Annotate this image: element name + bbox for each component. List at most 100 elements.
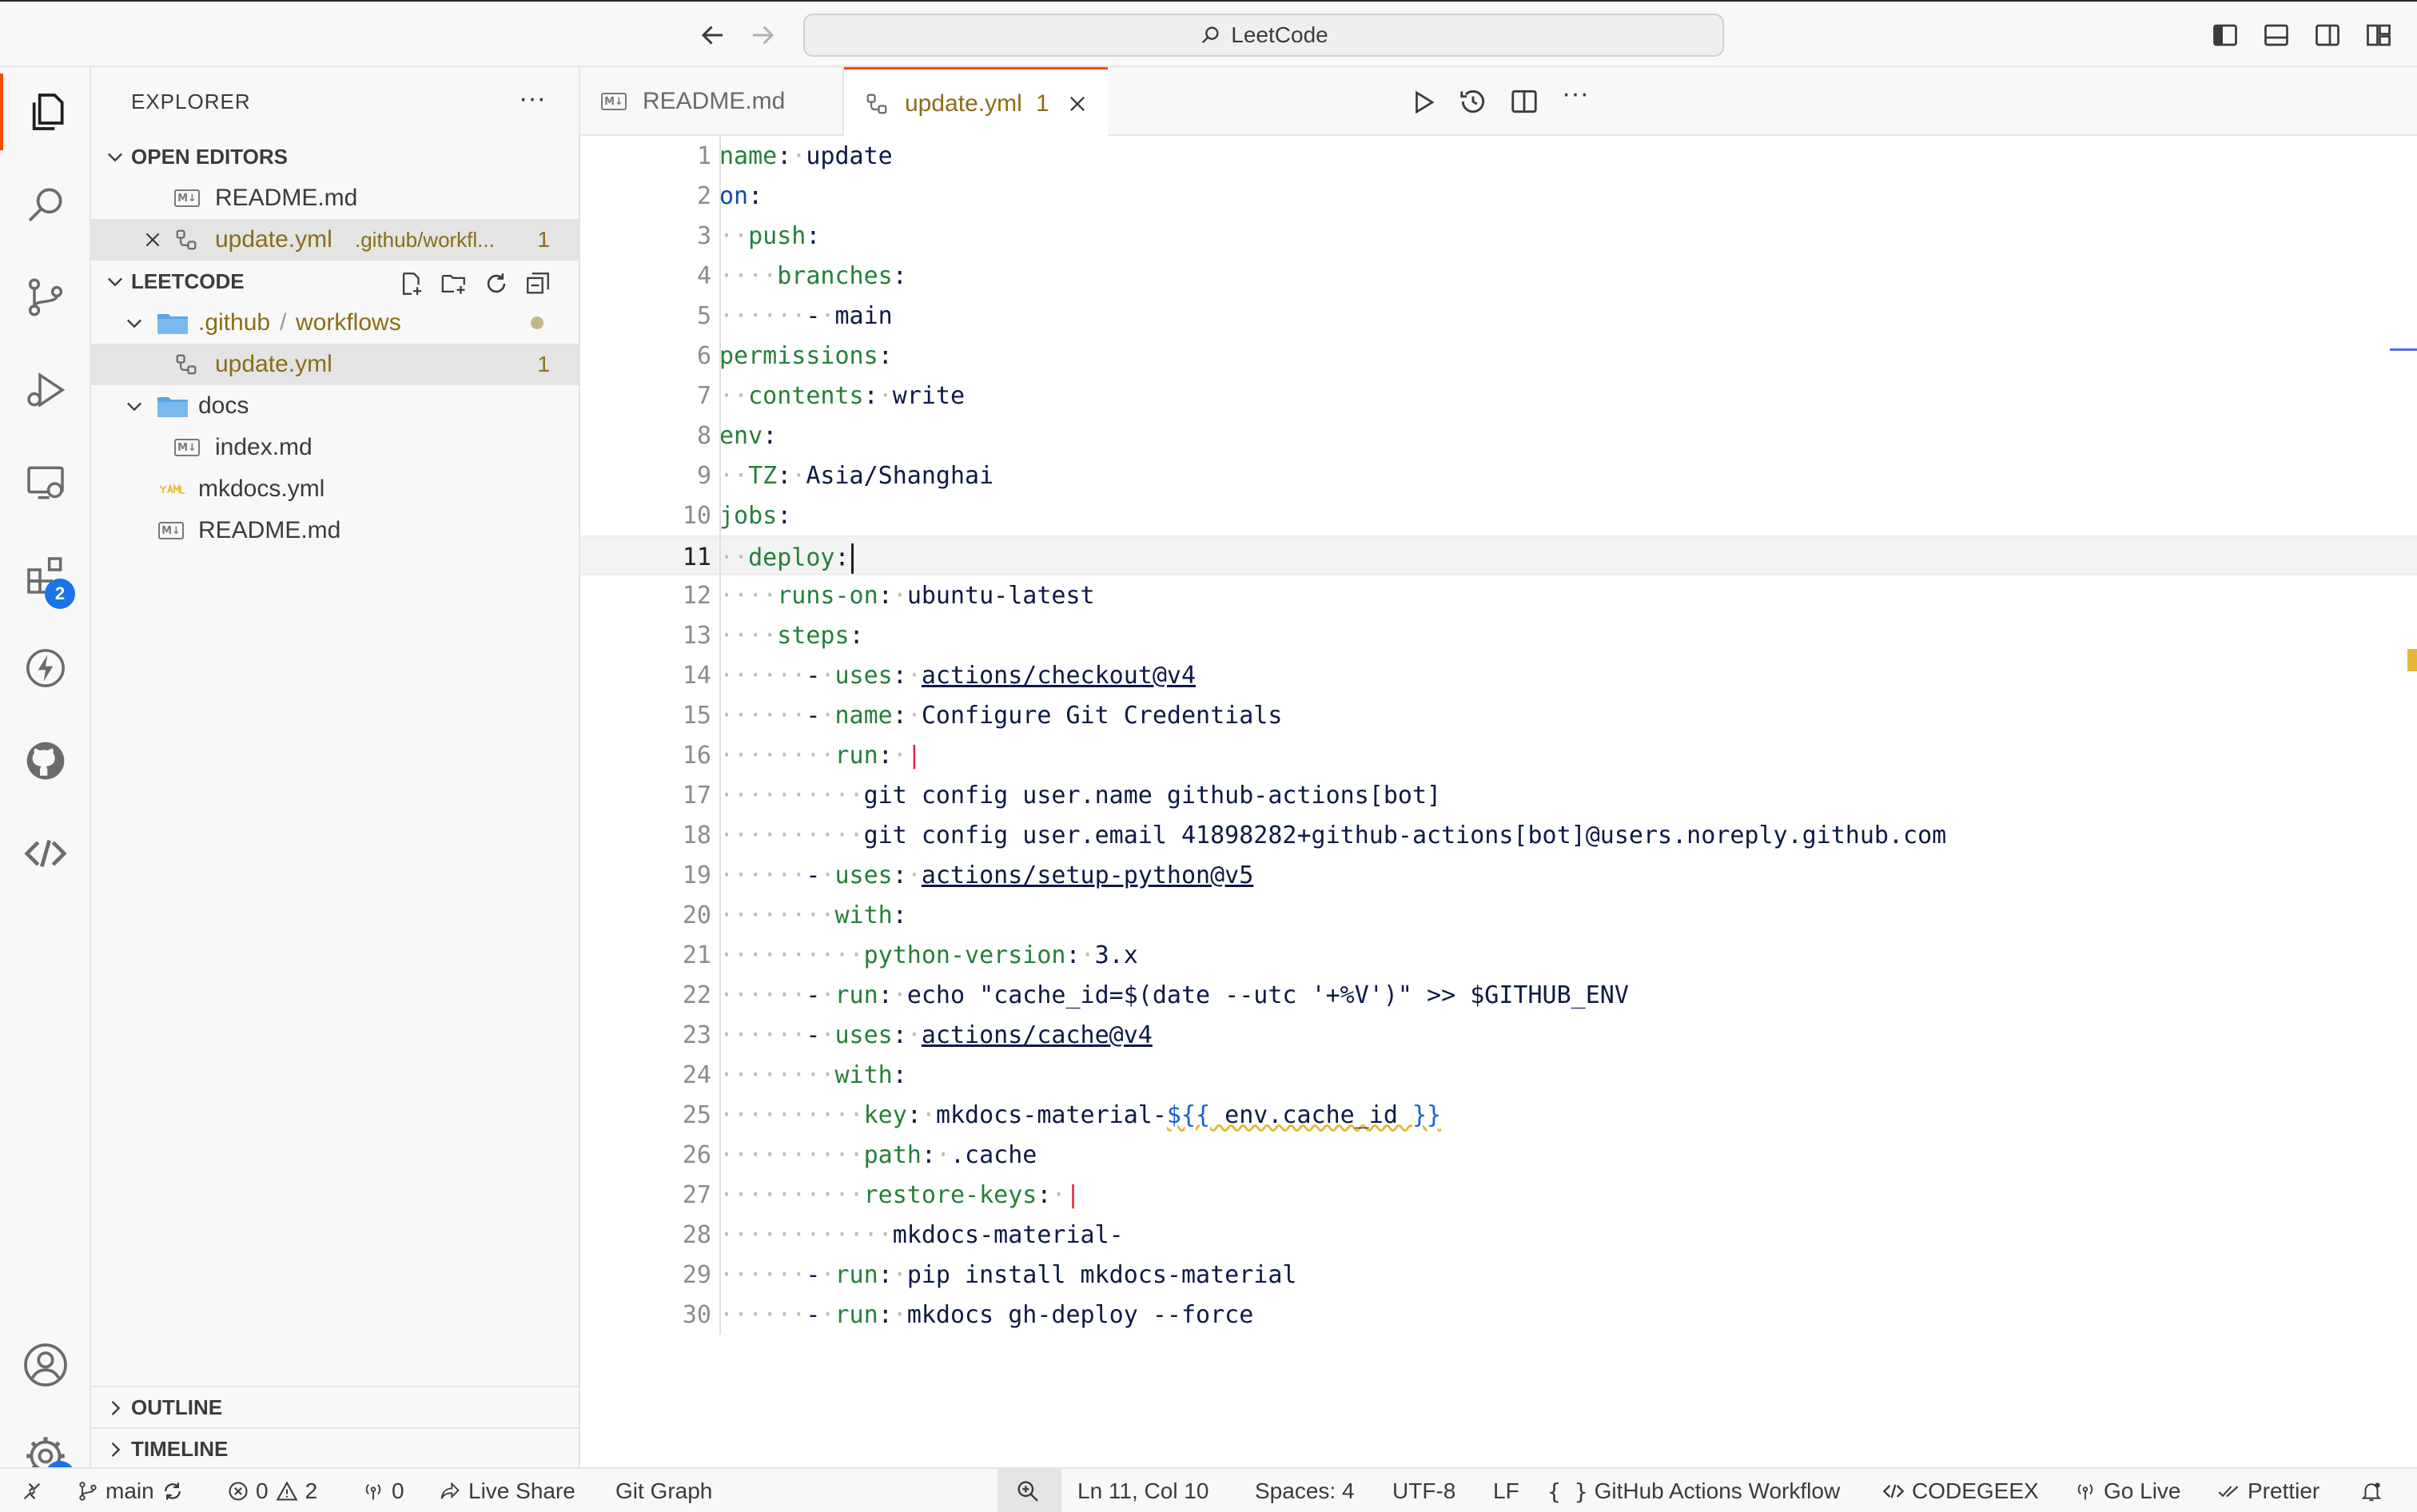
workspace-section[interactable]: LEETCODE — [91, 261, 580, 302]
tab-label: update.yml — [905, 90, 1022, 117]
tree-file-readme-md[interactable]: M↓ README.md — [91, 510, 580, 551]
command-center-search[interactable]: LeetCode — [803, 14, 1724, 57]
live-share-status[interactable]: Live Share — [438, 1469, 575, 1512]
problems-status[interactable]: 0 2 — [227, 1469, 317, 1512]
live-share-icon — [440, 1482, 460, 1499]
code-line: 7 ··contents:·write — [696, 382, 966, 410]
open-editor-update-yml[interactable]: update.yml .github/workfl... 1 — [91, 219, 580, 261]
tab-readme[interactable]: M↓ README.md — [580, 67, 844, 136]
new-folder-icon[interactable] — [440, 270, 468, 297]
error-icon — [229, 1482, 248, 1501]
eol-status[interactable]: LF — [1493, 1469, 1519, 1512]
file-label: mkdocs.yml — [198, 475, 325, 502]
extensions-icon[interactable]: 2 — [0, 537, 91, 614]
prettier-label: Prettier — [2248, 1478, 2320, 1503]
remote-indicator-icon[interactable] — [21, 1469, 43, 1512]
language-mode-status[interactable]: { } GitHub Actions Workflow — [1547, 1469, 1840, 1512]
sync-icon[interactable] — [161, 1479, 185, 1503]
lightning-icon[interactable] — [0, 630, 91, 706]
timeline-section[interactable]: TIMELINE — [91, 1427, 580, 1469]
file-label: index.md — [215, 434, 313, 460]
ports-count: 0 — [392, 1478, 404, 1503]
command-center-label: LeetCode — [1231, 22, 1328, 47]
open-editor-readme[interactable]: M↓ README.md — [91, 177, 580, 219]
workflow-file-icon — [176, 354, 197, 375]
tree-file-index-md[interactable]: M↓ index.md — [91, 427, 580, 468]
open-editor-label: README.md — [215, 185, 358, 211]
more-actions-icon[interactable]: ··· — [1562, 78, 1589, 109]
chevron-right-icon — [111, 1401, 121, 1415]
source-control-icon[interactable] — [0, 259, 91, 336]
open-editors-header: OPEN EDITORS — [131, 144, 289, 169]
open-editors-section[interactable]: OPEN EDITORS — [91, 136, 580, 177]
problem-count: 1 — [537, 227, 550, 252]
toggle-primary-sidebar-icon[interactable] — [2208, 18, 2243, 53]
timeline-history-icon[interactable] — [1458, 86, 1488, 117]
account-icon[interactable] — [0, 1327, 91, 1403]
refresh-icon[interactable] — [483, 270, 510, 297]
braces-icon: { } — [1547, 1478, 1588, 1505]
workspace-header: LEETCODE — [131, 269, 245, 293]
outline-header: OUTLINE — [131, 1395, 223, 1419]
outline-section[interactable]: OUTLINE — [91, 1386, 580, 1427]
code-line: 25 ··········key:·mkdocs-material-${{ env… — [682, 1101, 1442, 1129]
toggle-panel-icon[interactable] — [2259, 18, 2294, 53]
chevron-down-icon — [108, 153, 122, 162]
run-icon[interactable] — [1408, 88, 1437, 117]
tree-folder-docs[interactable]: docs — [91, 385, 580, 427]
code-line: 15 ······-·name:·Configure Git Credential… — [682, 702, 1283, 730]
indentation-status[interactable]: Spaces: 4 — [1255, 1469, 1355, 1512]
tree-file-update-yml[interactable]: update.yml 1 — [91, 344, 580, 385]
new-file-icon[interactable] — [398, 270, 425, 297]
warning-count: 2 — [305, 1478, 318, 1503]
github-icon[interactable] — [0, 722, 91, 799]
collapse-all-icon[interactable] — [524, 270, 551, 297]
prettier-status[interactable]: Prettier — [2216, 1469, 2319, 1512]
overview-ruler-marker — [2390, 348, 2417, 351]
encoding-status[interactable]: UTF-8 — [1392, 1469, 1455, 1512]
folder-label: workflows — [296, 309, 401, 336]
split-editor-icon[interactable] — [1509, 86, 1539, 117]
sidebar-more-actions-icon[interactable]: ··· — [519, 83, 546, 114]
chevron-down-icon — [127, 319, 141, 328]
text-cursor — [850, 543, 854, 574]
remote-explorer-icon[interactable] — [0, 444, 91, 521]
codegeex-icon[interactable] — [0, 815, 91, 892]
forward-arrow-icon[interactable] — [743, 16, 782, 54]
code-editor[interactable]: 1 name:·update 2 on: 3 ··push: 4 ····branche… — [580, 136, 2417, 1467]
toggle-secondary-sidebar-icon[interactable] — [2310, 18, 2345, 53]
ports-status[interactable]: 0 — [361, 1469, 404, 1512]
git-graph-status[interactable]: Git Graph — [615, 1469, 712, 1512]
explorer-icon[interactable] — [0, 74, 91, 150]
open-editor-label: update.yml — [215, 226, 332, 253]
search-icon[interactable] — [0, 166, 91, 243]
sidebar-title: EXPLORER — [131, 90, 251, 113]
git-branch-status[interactable]: main — [77, 1469, 185, 1512]
folder-open-icon — [157, 314, 188, 334]
code-line: 24 ········with: — [682, 1061, 907, 1089]
code-line: 29 ······-·run:·pip install mkdocs-materi… — [682, 1261, 1297, 1289]
tab-problem-count: 1 — [1036, 90, 1049, 117]
tab-update-yml[interactable]: update.yml 1 — [844, 67, 1108, 137]
code-line: 22 ······-·run:·echo "cache_id=$(date --u… — [682, 981, 1629, 1009]
customize-layout-icon[interactable] — [2361, 18, 2396, 53]
back-arrow-icon[interactable] — [694, 16, 732, 54]
go-live-status[interactable]: Go Live — [2073, 1469, 2181, 1512]
git-graph-label: Git Graph — [615, 1478, 713, 1503]
workflow-file-icon — [176, 229, 197, 250]
problem-count: 1 — [537, 352, 550, 376]
tree-folder-github[interactable]: .github / workflows — [91, 302, 580, 344]
activity-bar: 2 1 — [0, 67, 91, 1491]
tree-file-mkdocs-yml[interactable]: mkdocs.yml — [91, 468, 580, 510]
notifications-bell-icon[interactable] — [2359, 1469, 2383, 1512]
close-icon[interactable] — [1066, 93, 1089, 115]
branch-name: main — [106, 1478, 154, 1503]
code-line: 5 ······-·main — [696, 302, 893, 330]
close-icon[interactable] — [142, 229, 163, 250]
code-line: 10 jobs: — [682, 502, 792, 530]
tab-label: README.md — [643, 88, 786, 114]
codegeex-status[interactable]: CODEGEEX — [1881, 1469, 2039, 1512]
zoom-icon[interactable] — [1015, 1469, 1041, 1512]
run-debug-icon[interactable] — [0, 352, 91, 428]
cursor-position-status[interactable]: Ln 11, Col 10 — [1077, 1469, 1209, 1512]
